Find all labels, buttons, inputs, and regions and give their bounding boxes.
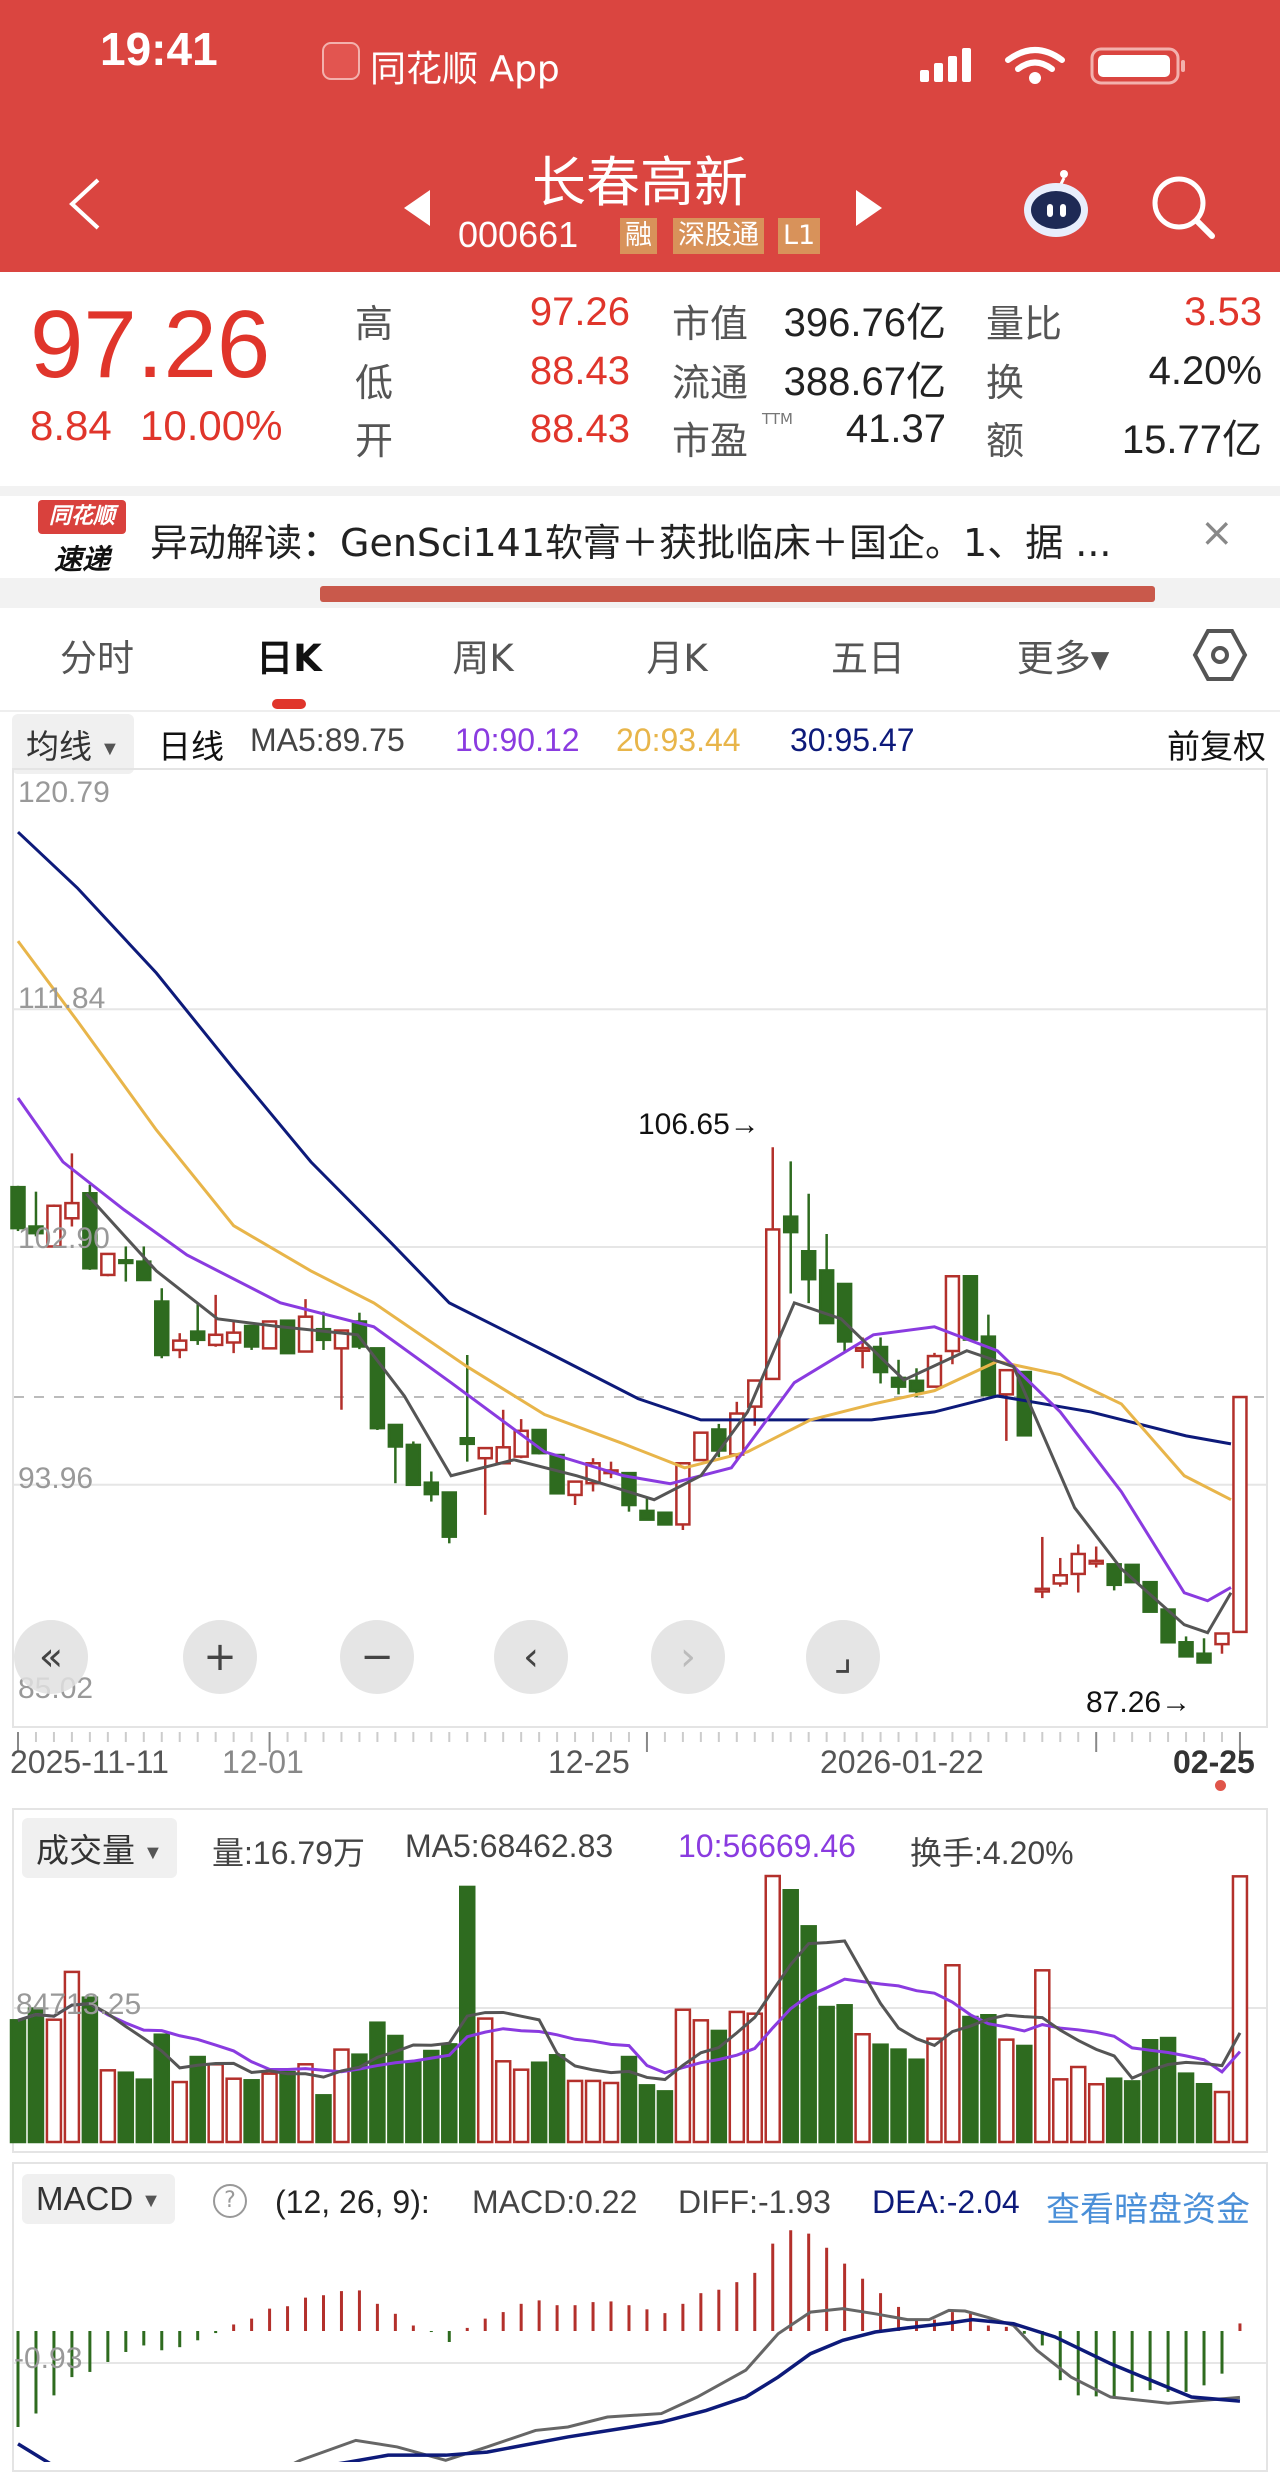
dea-line [17,2317,1241,2462]
diff-line [293,2307,1241,2462]
macd-chart [14,2230,1266,2462]
macd-tick: -0.93 [14,2342,83,2375]
